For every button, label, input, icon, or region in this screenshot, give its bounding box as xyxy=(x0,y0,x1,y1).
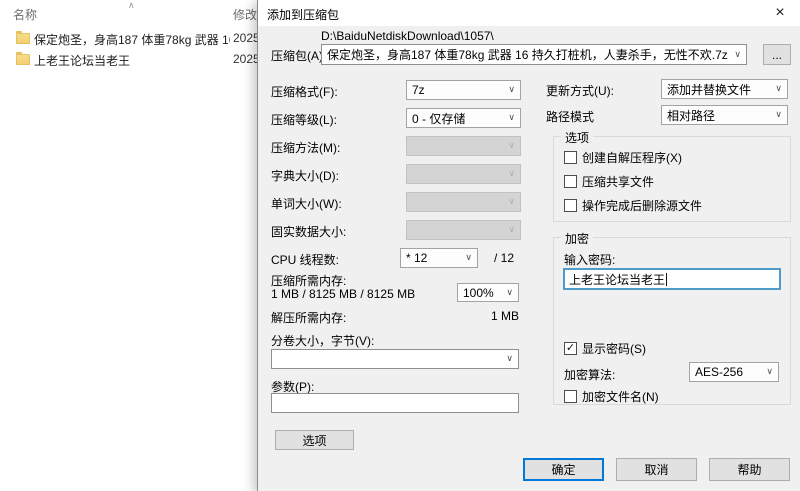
word-size-select: ∨ xyxy=(406,192,521,212)
level-value: 0 - 仅存储 xyxy=(412,111,466,126)
chevron-down-icon: ∨ xyxy=(775,109,782,120)
cpu-threads-label: CPU 线程数: xyxy=(271,253,340,267)
path-mode-label: 路径模式 xyxy=(546,110,595,124)
sort-ascending-icon[interactable]: ∧ xyxy=(128,0,135,11)
volume-size-combobox[interactable]: ∨ xyxy=(271,349,519,369)
cpu-threads-max: / 12 xyxy=(494,251,515,265)
file-name: 上老王论坛当老王 xyxy=(34,54,131,68)
column-header-modified[interactable]: 修改 xyxy=(233,6,257,23)
encrypt-names-checkbox[interactable] xyxy=(564,389,577,403)
create-sfx-checkbox[interactable] xyxy=(564,150,577,164)
chevron-down-icon: ∨ xyxy=(506,353,513,364)
show-password-checkbox-row[interactable]: ✓ 显示密码(S) xyxy=(564,340,646,356)
compress-shared-label: 压缩共享文件 xyxy=(582,174,655,189)
file-name: 保定炮圣，身高187 体重78kg 武器 16 ... xyxy=(34,33,230,47)
solid-block-select: ∨ xyxy=(406,220,521,240)
archive-label: 压缩包(A) xyxy=(271,49,323,63)
create-sfx-checkbox-row[interactable]: 创建自解压程序(X) xyxy=(564,149,682,165)
parameters-input[interactable] xyxy=(271,393,519,413)
archive-name-value: 保定炮圣，身高187 体重78kg 武器 16 持久打桩机，人妻杀手，无性不欢.… xyxy=(327,48,728,62)
options-button[interactable]: 选项 xyxy=(275,430,354,450)
chevron-down-icon: ∨ xyxy=(766,366,773,377)
memory-decompress-label: 解压所需内存: xyxy=(271,311,347,325)
level-select[interactable]: 0 - 仅存储 ∨ xyxy=(406,108,521,128)
encryption-method-value: AES-256 xyxy=(695,365,744,379)
word-size-label: 单词大小(W): xyxy=(271,197,342,211)
text-caret xyxy=(666,272,668,286)
method-select: ∨ xyxy=(406,136,521,156)
memory-compress-detail: 1 MB / 8125 MB / 8125 MB xyxy=(271,287,416,301)
screen: 名称 ∧ 修改 保定炮圣，身高187 体重78kg 武器 16 ... 2025… xyxy=(0,0,800,491)
chevron-down-icon: ∨ xyxy=(734,48,741,59)
archive-path: D:\BaiduNetdiskDownload\1057\ xyxy=(321,29,494,43)
update-mode-label: 更新方式(U): xyxy=(546,84,614,98)
show-password-label: 显示密码(S) xyxy=(582,341,646,356)
show-password-checkbox[interactable]: ✓ xyxy=(564,341,577,355)
compress-shared-checkbox[interactable] xyxy=(564,174,577,188)
memory-percent-select[interactable]: 100% ∨ xyxy=(457,283,519,302)
options-group-title: 选项 xyxy=(561,129,594,146)
chevron-down-icon: ∨ xyxy=(508,224,515,235)
password-input[interactable]: 上老王论坛当老王 xyxy=(563,268,781,290)
format-value: 7z xyxy=(412,83,425,97)
chevron-down-icon: ∨ xyxy=(508,168,515,179)
chevron-down-icon: ∨ xyxy=(775,83,782,94)
dictionary-select: ∨ xyxy=(406,164,521,184)
path-mode-select[interactable]: 相对路径 ∨ xyxy=(661,105,788,125)
volume-size-label: 分卷大小，字节(V): xyxy=(271,334,375,348)
dictionary-label: 字典大小(D): xyxy=(271,169,339,183)
encryption-method-label: 加密算法: xyxy=(564,368,616,382)
password-value: 上老王论坛当老王 xyxy=(569,272,666,287)
method-label: 压缩方法(M): xyxy=(271,141,341,155)
folder-icon xyxy=(16,52,30,65)
help-button[interactable]: 帮助 xyxy=(709,458,790,481)
password-label: 输入密码: xyxy=(564,253,616,267)
browse-button[interactable]: ... xyxy=(763,44,791,65)
cancel-button[interactable]: 取消 xyxy=(616,458,697,481)
format-select[interactable]: 7z ∨ xyxy=(406,80,521,100)
file-date: 2025 xyxy=(233,31,260,45)
compress-shared-checkbox-row[interactable]: 压缩共享文件 xyxy=(564,173,654,189)
level-label: 压缩等级(L): xyxy=(271,113,338,127)
column-header-name[interactable]: 名称 xyxy=(13,6,37,23)
solid-block-label: 固实数据大小: xyxy=(271,225,347,239)
delete-after-checkbox[interactable] xyxy=(564,198,577,212)
format-label: 压缩格式(F): xyxy=(271,85,338,99)
chevron-down-icon: ∨ xyxy=(508,84,515,95)
options-group: 选项 创建自解压程序(X) 压缩共享文件 操作完成后删除源文件 xyxy=(553,129,791,222)
folder-icon xyxy=(16,31,30,44)
create-sfx-label: 创建自解压程序(X) xyxy=(582,150,682,165)
encryption-method-select[interactable]: AES-256 ∨ xyxy=(689,362,779,382)
chevron-down-icon: ∨ xyxy=(465,252,472,263)
dialog-title: 添加到压缩包 xyxy=(267,8,340,22)
update-mode-value: 添加并替换文件 xyxy=(667,82,752,97)
chevron-down-icon: ∨ xyxy=(508,196,515,207)
ok-button[interactable]: 确定 xyxy=(523,458,604,481)
delete-after-label: 操作完成后删除源文件 xyxy=(582,198,703,213)
delete-after-checkbox-row[interactable]: 操作完成后删除源文件 xyxy=(564,197,702,213)
add-to-archive-dialog: 添加到压缩包 × 压缩包(A) D:\BaiduNetdiskDownload\… xyxy=(257,0,800,491)
encrypt-names-checkbox-row[interactable]: 加密文件名(N) xyxy=(564,388,659,404)
cpu-threads-select[interactable]: * 12 ∨ xyxy=(400,248,478,268)
memory-decompress-value: 1 MB xyxy=(490,309,519,323)
chevron-down-icon: ∨ xyxy=(508,140,515,151)
cpu-threads-value: * 12 xyxy=(406,251,428,265)
close-icon[interactable]: × xyxy=(760,0,800,26)
encryption-group-title: 加密 xyxy=(561,230,594,247)
encryption-group: 加密 输入密码: 上老王论坛当老王 ✓ 显示密码(S) 加密算法: AES-25… xyxy=(553,230,791,405)
chevron-down-icon: ∨ xyxy=(508,112,515,123)
encrypt-names-label: 加密文件名(N) xyxy=(582,389,659,404)
file-date: 2025 xyxy=(233,52,260,66)
archive-name-combobox[interactable]: 保定炮圣，身高187 体重78kg 武器 16 持久打桩机，人妻杀手，无性不欢.… xyxy=(321,44,747,65)
dialog-titlebar: 添加到压缩包 × xyxy=(258,0,800,26)
chevron-down-icon: ∨ xyxy=(506,286,513,297)
memory-percent-value: 100% xyxy=(463,285,494,300)
update-mode-select[interactable]: 添加并替换文件 ∨ xyxy=(661,79,788,99)
path-mode-value: 相对路径 xyxy=(667,108,716,123)
